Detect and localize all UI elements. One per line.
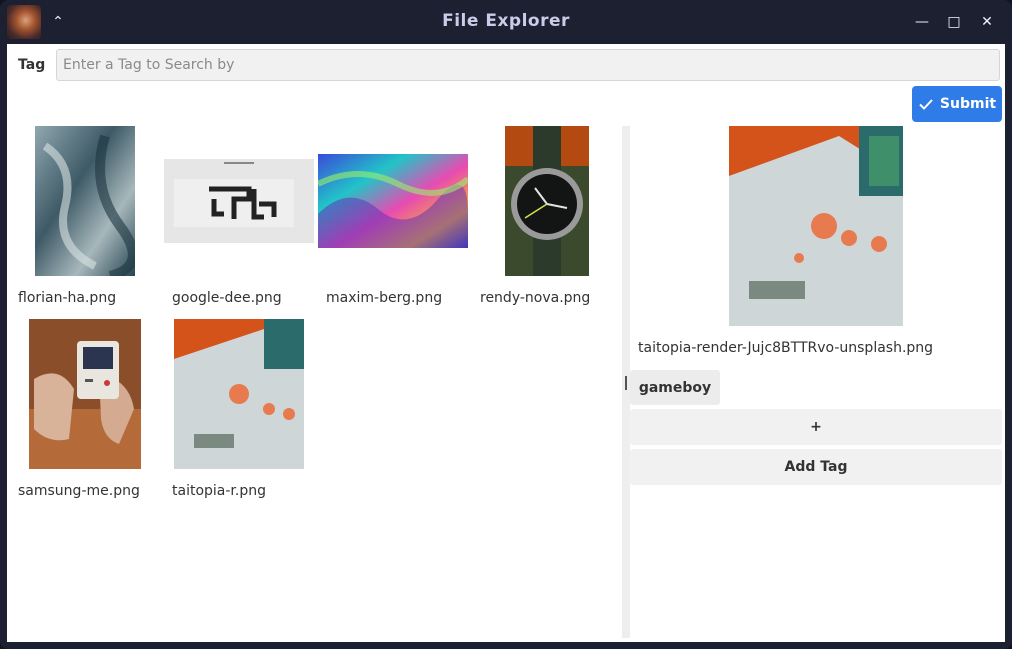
submit-button[interactable]: Submit: [912, 86, 1002, 122]
file-name: samsung-me.png: [18, 483, 140, 499]
tag-chip[interactable]: gameboy: [630, 370, 720, 405]
photo-icon: [29, 319, 141, 469]
photo-icon: [35, 126, 135, 276]
splitter-grip[interactable]: [625, 376, 627, 390]
tag-search-input[interactable]: [56, 49, 1000, 81]
file-name: rendy-nova.png: [480, 290, 591, 306]
close-icon[interactable]: ✕: [977, 12, 997, 32]
photo-icon: [164, 159, 314, 243]
maximize-icon[interactable]: □: [944, 12, 964, 32]
preview-file-name: taitopia-render-Jujc8BTTRvo-unsplash.png: [638, 340, 934, 356]
file-explorer-window: ⌃ File Explorer — □ ✕ Tag Submit: [0, 0, 1012, 649]
add-tag-button[interactable]: Add Tag: [630, 449, 1002, 485]
file-name: google-dee.png: [172, 290, 282, 306]
file-name: maxim-berg.png: [326, 290, 443, 306]
submit-label: Submit: [939, 96, 997, 112]
file-name: taitopia-r.png: [172, 483, 266, 499]
file-name: florian-ha.png: [18, 290, 117, 306]
title-bar[interactable]: ⌃ File Explorer — □ ✕: [0, 0, 1012, 44]
window-title: File Explorer: [442, 11, 570, 31]
add-button[interactable]: +: [630, 409, 1002, 445]
main-content: Tag Submit: [7, 44, 1005, 642]
photo-icon: [505, 126, 589, 276]
tag-label: Tag: [18, 57, 46, 73]
file-grid: florian-ha.png google-dee.png maxim-berg…: [7, 124, 619, 642]
photo-icon: [318, 154, 468, 248]
minimize-icon[interactable]: —: [912, 12, 932, 32]
check-icon: [919, 99, 933, 110]
preview-image: [729, 126, 903, 326]
photo-icon: [174, 319, 304, 469]
